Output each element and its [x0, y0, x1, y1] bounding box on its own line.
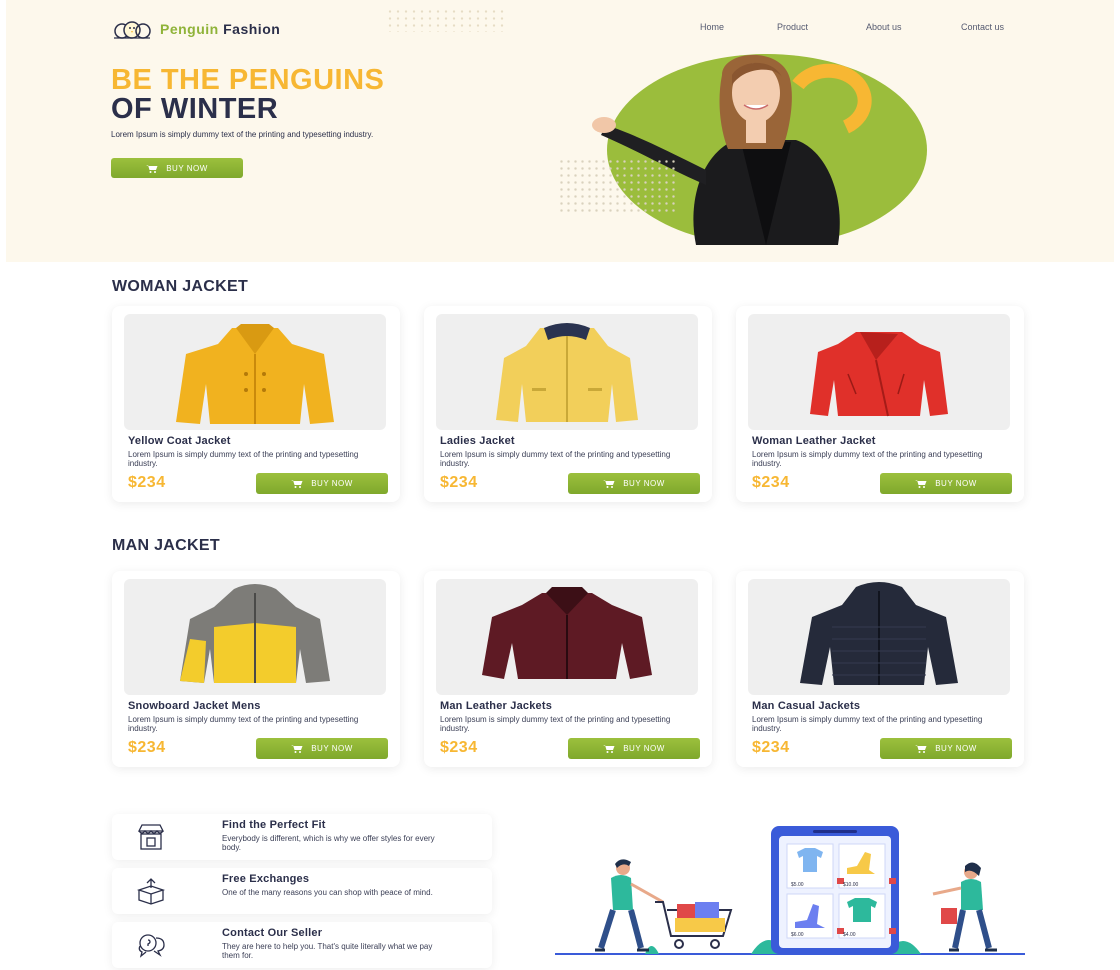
cart-icon — [603, 480, 615, 488]
feature-description: One of the many reasons you can shop wit… — [222, 888, 433, 897]
buy-now-label: BUY NOW — [311, 479, 353, 488]
product-card: Snowboard Jacket Mens Lorem Ipsum is sim… — [112, 571, 400, 767]
buy-now-label: BUY NOW — [311, 744, 353, 753]
feature-title: Find the Perfect Fit — [222, 819, 326, 831]
product-image[interactable] — [124, 579, 386, 695]
buy-now-label: BUY NOW — [623, 744, 665, 753]
illustration-price-1: $5.00 — [791, 882, 804, 888]
product-image[interactable] — [436, 314, 698, 430]
nav-item-contact[interactable]: Contact us — [961, 22, 1004, 32]
product-description: Lorem Ipsum is simply dummy text of the … — [128, 450, 359, 468]
product-description: Lorem Ipsum is simply dummy text of the … — [440, 450, 671, 468]
cart-icon — [915, 480, 927, 488]
nav-item-product[interactable]: Product — [777, 22, 808, 32]
hero-title-line2: OF WINTER — [111, 93, 279, 125]
cart-icon — [915, 745, 927, 753]
feature-description: They are here to help you. That's quite … — [222, 942, 433, 960]
feature-description: Everybody is different, which is why we … — [222, 834, 435, 852]
buy-now-button[interactable]: BUY NOW — [880, 738, 1012, 759]
product-description: Lorem Ipsum is simply dummy text of the … — [440, 715, 671, 733]
product-card: Yellow Coat Jacket Lorem Ipsum is simply… — [112, 306, 400, 502]
product-price: $234 — [440, 739, 478, 756]
brand-name-part2: Fashion — [223, 21, 281, 37]
ladies-jacket-image — [496, 323, 638, 422]
product-image[interactable] — [436, 579, 698, 695]
brand-logo[interactable]: Penguin Fashion — [112, 19, 280, 39]
buy-now-button[interactable]: BUY NOW — [568, 738, 700, 759]
cart-icon — [146, 164, 158, 173]
feature-item: Free Exchanges One of the many reasons y… — [112, 868, 492, 914]
store-icon — [137, 824, 165, 850]
product-image[interactable] — [748, 579, 1010, 695]
buy-now-button[interactable]: BUY NOW — [256, 738, 388, 759]
hero-model-image — [592, 54, 927, 245]
snowboard-jacket-image — [180, 584, 330, 683]
buy-now-button[interactable]: BUY NOW — [880, 473, 1012, 494]
woman-jacket-title: WOMAN JACKET — [112, 278, 249, 295]
man-leather-jacket-image — [482, 587, 652, 679]
product-price: $234 — [440, 474, 478, 491]
penguin-logo-icon — [114, 21, 151, 39]
nav-item-about[interactable]: About us — [866, 22, 902, 32]
illustration-price-3: $6.00 — [791, 932, 804, 938]
product-price: $234 — [128, 739, 166, 756]
hero-title-line1: BE THE PENGUINS — [111, 64, 385, 96]
brand-name-part1: Penguin — [160, 21, 219, 37]
buy-now-label: BUY NOW — [623, 479, 665, 488]
cart-icon — [291, 480, 303, 488]
product-description: Lorem Ipsum is simply dummy text of the … — [752, 450, 983, 468]
product-name: Woman Leather Jacket — [752, 435, 876, 447]
online-shopping-illustration: $5.00 $10.00 $6.00 $4.00 — [555, 826, 1025, 955]
hero-title: BE THE PENGUINS OF WINTER — [111, 66, 384, 124]
product-name: Yellow Coat Jacket — [128, 435, 231, 447]
buy-now-button[interactable]: BUY NOW — [256, 473, 388, 494]
exchange-box-icon — [136, 878, 166, 905]
product-card: Man Leather Jackets Lorem Ipsum is simpl… — [424, 571, 712, 767]
illustration-price-2: $10.00 — [843, 882, 859, 888]
dot-pattern-decoration — [386, 8, 506, 32]
buy-now-label: BUY NOW — [935, 744, 977, 753]
hero-banner: Penguin Fashion Home Product About us Co… — [6, 0, 1114, 262]
product-image[interactable] — [124, 314, 386, 430]
hero-dot-pattern — [558, 158, 678, 214]
illustration-price-4: $4.00 — [843, 932, 856, 938]
cart-icon — [291, 745, 303, 753]
hero-buy-now-button[interactable]: BUY NOW — [111, 158, 243, 178]
product-name: Man Leather Jackets — [440, 700, 553, 712]
product-description: Lorem Ipsum is simply dummy text of the … — [128, 715, 359, 733]
product-description: Lorem Ipsum is simply dummy text of the … — [752, 715, 983, 733]
feature-title: Contact Our Seller — [222, 927, 323, 939]
woman-leather-jacket-image — [810, 332, 948, 417]
product-price: $234 — [752, 739, 790, 756]
feature-title: Free Exchanges — [222, 873, 310, 885]
feature-item: Contact Our Seller They are here to help… — [112, 922, 492, 968]
feature-item: Find the Perfect Fit Everybody is differ… — [112, 814, 492, 860]
yellow-coat-jacket-image — [176, 324, 334, 424]
support-chat-icon — [138, 934, 165, 958]
product-price: $234 — [128, 474, 166, 491]
brand-name: Penguin Fashion — [160, 21, 280, 37]
product-price: $234 — [752, 474, 790, 491]
product-card: Man Casual Jackets Lorem Ipsum is simply… — [736, 571, 1024, 767]
product-card: Woman Leather Jacket Lorem Ipsum is simp… — [736, 306, 1024, 502]
product-card: Ladies Jacket Lorem Ipsum is simply dumm… — [424, 306, 712, 502]
product-name: Snowboard Jacket Mens — [128, 700, 261, 712]
buy-now-label: BUY NOW — [935, 479, 977, 488]
product-name: Ladies Jacket — [440, 435, 515, 447]
hero-description: Lorem Ipsum is simply dummy text of the … — [111, 130, 374, 139]
cart-icon — [603, 745, 615, 753]
product-name: Man Casual Jackets — [752, 700, 861, 712]
man-casual-jacket-image — [800, 582, 958, 685]
buy-now-button[interactable]: BUY NOW — [568, 473, 700, 494]
man-jacket-title: MAN JACKET — [112, 537, 220, 554]
nav-item-home[interactable]: Home — [700, 22, 724, 32]
hero-buy-now-label: BUY NOW — [166, 163, 208, 173]
product-image[interactable] — [748, 314, 1010, 430]
